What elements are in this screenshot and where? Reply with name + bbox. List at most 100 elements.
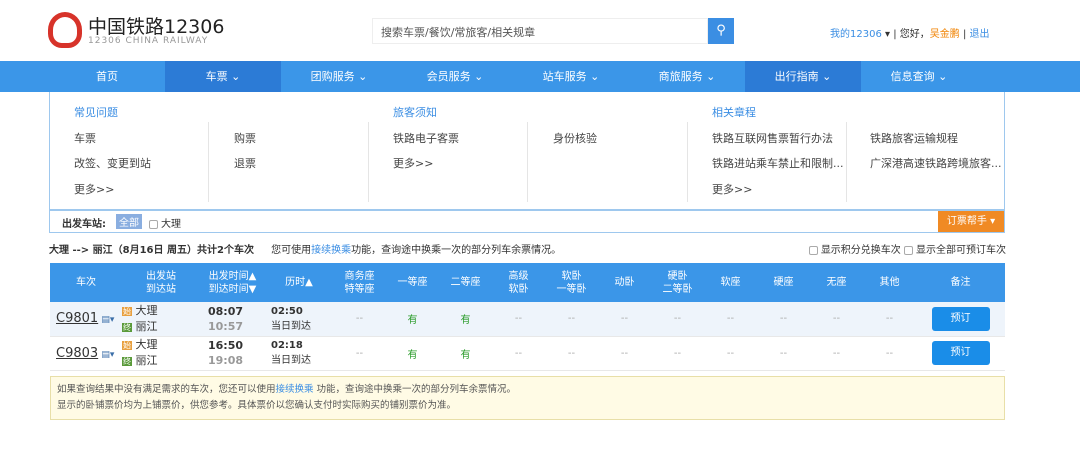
seat-availability[interactable]: 有 <box>386 336 439 371</box>
chevron-down-icon: ⌄ <box>354 70 368 83</box>
seat-availability: -- <box>598 336 651 371</box>
menu-item[interactable]: 广深港高速铁路跨境旅客... <box>870 155 1002 171</box>
notice-heading: 旅客须知 <box>393 106 437 119</box>
station-filter: 出发车站: 全部 大理 订票帮手 ▾ <box>49 210 1005 233</box>
chevron-down-icon: ⌄ <box>470 70 484 83</box>
train-table: 车次 出发站 到达站 出发时间▲ 到达时间▼ 历时▲ 商务座 特等座 一等座 二等座 高级 软… <box>50 263 1005 371</box>
filter-station-checkbox[interactable]: 大理 <box>149 215 181 230</box>
menu-item[interactable]: 退票 <box>234 155 256 171</box>
all-bookable-checkbox[interactable]: 显示全部可预订车次 <box>904 245 1006 256</box>
seat-availability: -- <box>492 336 545 371</box>
points-checkbox[interactable]: 显示积分兑换车次 <box>808 245 901 256</box>
train-info-icon[interactable]: ▤▾ <box>101 350 114 360</box>
seat-availability[interactable]: 有 <box>439 336 492 371</box>
nav-item[interactable]: 信息查询 ⌄ <box>861 61 977 92</box>
column-header: 商务座 特等座 <box>333 263 386 302</box>
origin-icon: 始 <box>122 341 132 350</box>
menu-item[interactable]: 铁路电子客票 <box>393 130 459 146</box>
train-number-link[interactable]: C9801 <box>56 311 98 326</box>
seat-availability: -- <box>598 302 651 337</box>
nav-item[interactable]: 团购服务 ⌄ <box>281 61 397 92</box>
column-header[interactable]: 历时▲ <box>265 263 333 302</box>
logout-link[interactable]: 退出 <box>970 29 990 40</box>
top-links: 我的12306 ▾ | 您好，吴金鹏 | 退出 <box>830 29 990 40</box>
menu-item[interactable]: 车票 <box>74 130 96 146</box>
menu-item[interactable]: 铁路互联网售票暂行办法 <box>712 130 833 146</box>
seat-availability: -- <box>333 302 386 337</box>
arrival-day: 当日到达 <box>271 320 311 332</box>
logo-icon <box>48 12 82 48</box>
depart-time: 16:50 <box>208 339 244 352</box>
duration: 02:50 <box>271 305 303 317</box>
points-label: 显示积分兑换车次 <box>820 245 901 256</box>
nav-item[interactable]: 车票 ⌄ <box>165 61 281 92</box>
train-number-link[interactable]: C9803 <box>56 346 98 361</box>
seat-availability: -- <box>492 302 545 337</box>
seat-availability[interactable]: 有 <box>439 302 492 337</box>
column-header: 其他 <box>863 263 916 302</box>
route-summary: 大理 --> 丽江（8月16日 周五）共计2个车次 <box>49 245 254 256</box>
seat-availability: -- <box>333 336 386 371</box>
notice-text: 显示的卧铺票价均为上铺票价，供您参考。具体票价以您确认支付时实际购买的铺别票价为… <box>57 400 457 411</box>
menu-item[interactable]: 改签、变更到站 <box>74 155 151 171</box>
notice-text: 功能，查询途中换乘一次的部分列车余票情况。 <box>313 384 517 395</box>
logo-subtitle: 12306 CHINA RAILWAY <box>88 36 209 46</box>
seat-availability: -- <box>863 302 916 337</box>
result-summary: 大理 --> 丽江（8月16日 周五）共计2个车次 您可使用接续换乘功能，查询途… <box>49 241 1006 256</box>
filter-all[interactable]: 全部 <box>116 214 142 229</box>
search-icon: ⚲ <box>716 23 726 38</box>
chevron-down-icon: ⌄ <box>227 70 241 83</box>
my12306-link[interactable]: 我的12306 <box>830 29 882 40</box>
train-row: C9803 ▤▾ 始 大理终 丽江 16:50 19:08 02:18 当日到达 --… <box>50 336 1005 371</box>
column-header: 车次 <box>50 263 122 302</box>
depart-time: 08:07 <box>208 304 244 318</box>
train-row: C9801 ▤▾ 始 大理终 丽江 08:07 10:57 02:50 当日到达 --… <box>50 302 1005 337</box>
seat-availability: -- <box>704 302 757 337</box>
column-header: 软座 <box>704 263 757 302</box>
chevron-down-icon: ⌄ <box>586 70 600 83</box>
book-button[interactable]: 预订 <box>931 306 990 331</box>
nav-item[interactable]: 出行指南 ⌄ <box>745 61 861 92</box>
nav-item[interactable]: 首页 <box>49 61 165 92</box>
column-header: 出发站 到达站 <box>122 263 200 302</box>
booking-helper-button[interactable]: 订票帮手 ▾ <box>938 211 1004 232</box>
seat-availability: -- <box>810 302 863 337</box>
train-info-icon[interactable]: ▤▾ <box>101 315 114 325</box>
arrival-day: 当日到达 <box>271 355 311 366</box>
from-station: 大理 <box>135 338 158 351</box>
column-header: 动卧 <box>598 263 651 302</box>
terminal-icon: 终 <box>122 357 132 366</box>
notice-box: 如果查询结果中没有满足需求的车次，您还可以使用接续换乘 功能，查询途中换乘一次的… <box>50 376 1005 420</box>
menu-item[interactable]: 更多>> <box>712 181 752 197</box>
column-header: 软卧 一等卧 <box>545 263 598 302</box>
nav-item[interactable]: 站车服务 ⌄ <box>513 61 629 92</box>
seat-availability[interactable]: 有 <box>386 302 439 337</box>
seat-availability: -- <box>651 302 704 337</box>
column-header: 硬卧 二等卧 <box>651 263 704 302</box>
from-station: 大理 <box>135 303 158 317</box>
seat-availability: -- <box>545 336 598 371</box>
transfer-link[interactable]: 接续换乘 <box>276 384 314 395</box>
chevron-down-icon: ⌄ <box>934 70 948 83</box>
column-header[interactable]: 出发时间▲ 到达时间▼ <box>200 263 265 302</box>
menu-item[interactable]: 铁路进站乘车禁止和限制... <box>712 155 844 171</box>
seat-availability: -- <box>651 336 704 371</box>
chevron-down-icon: ⌄ <box>818 70 832 83</box>
to-station: 丽江 <box>135 319 158 333</box>
notice-text: 如果查询结果中没有满足需求的车次，您还可以使用 <box>57 384 276 395</box>
search-input[interactable]: 搜索车票/餐饮/常旅客/相关规章 <box>372 18 708 44</box>
menu-item[interactable]: 身份核验 <box>553 130 597 146</box>
book-button[interactable]: 预订 <box>931 341 990 365</box>
transfer-link[interactable]: 接续换乘 <box>311 245 351 256</box>
rules-heading: 相关章程 <box>712 106 756 119</box>
menu-item[interactable]: 购票 <box>234 130 256 146</box>
chevron-down-icon: ⌄ <box>702 70 716 83</box>
menu-item[interactable]: 更多>> <box>74 181 114 197</box>
faq-heading: 常见问题 <box>74 106 118 119</box>
nav-item[interactable]: 会员服务 ⌄ <box>397 61 513 92</box>
search-button[interactable]: ⚲ <box>708 18 734 44</box>
nav-item[interactable]: 商旅服务 ⌄ <box>629 61 745 92</box>
menu-item[interactable]: 更多>> <box>393 155 433 171</box>
menu-item[interactable]: 铁路旅客运输规程 <box>870 130 958 146</box>
user-link[interactable]: 吴金鹏 <box>930 29 960 40</box>
